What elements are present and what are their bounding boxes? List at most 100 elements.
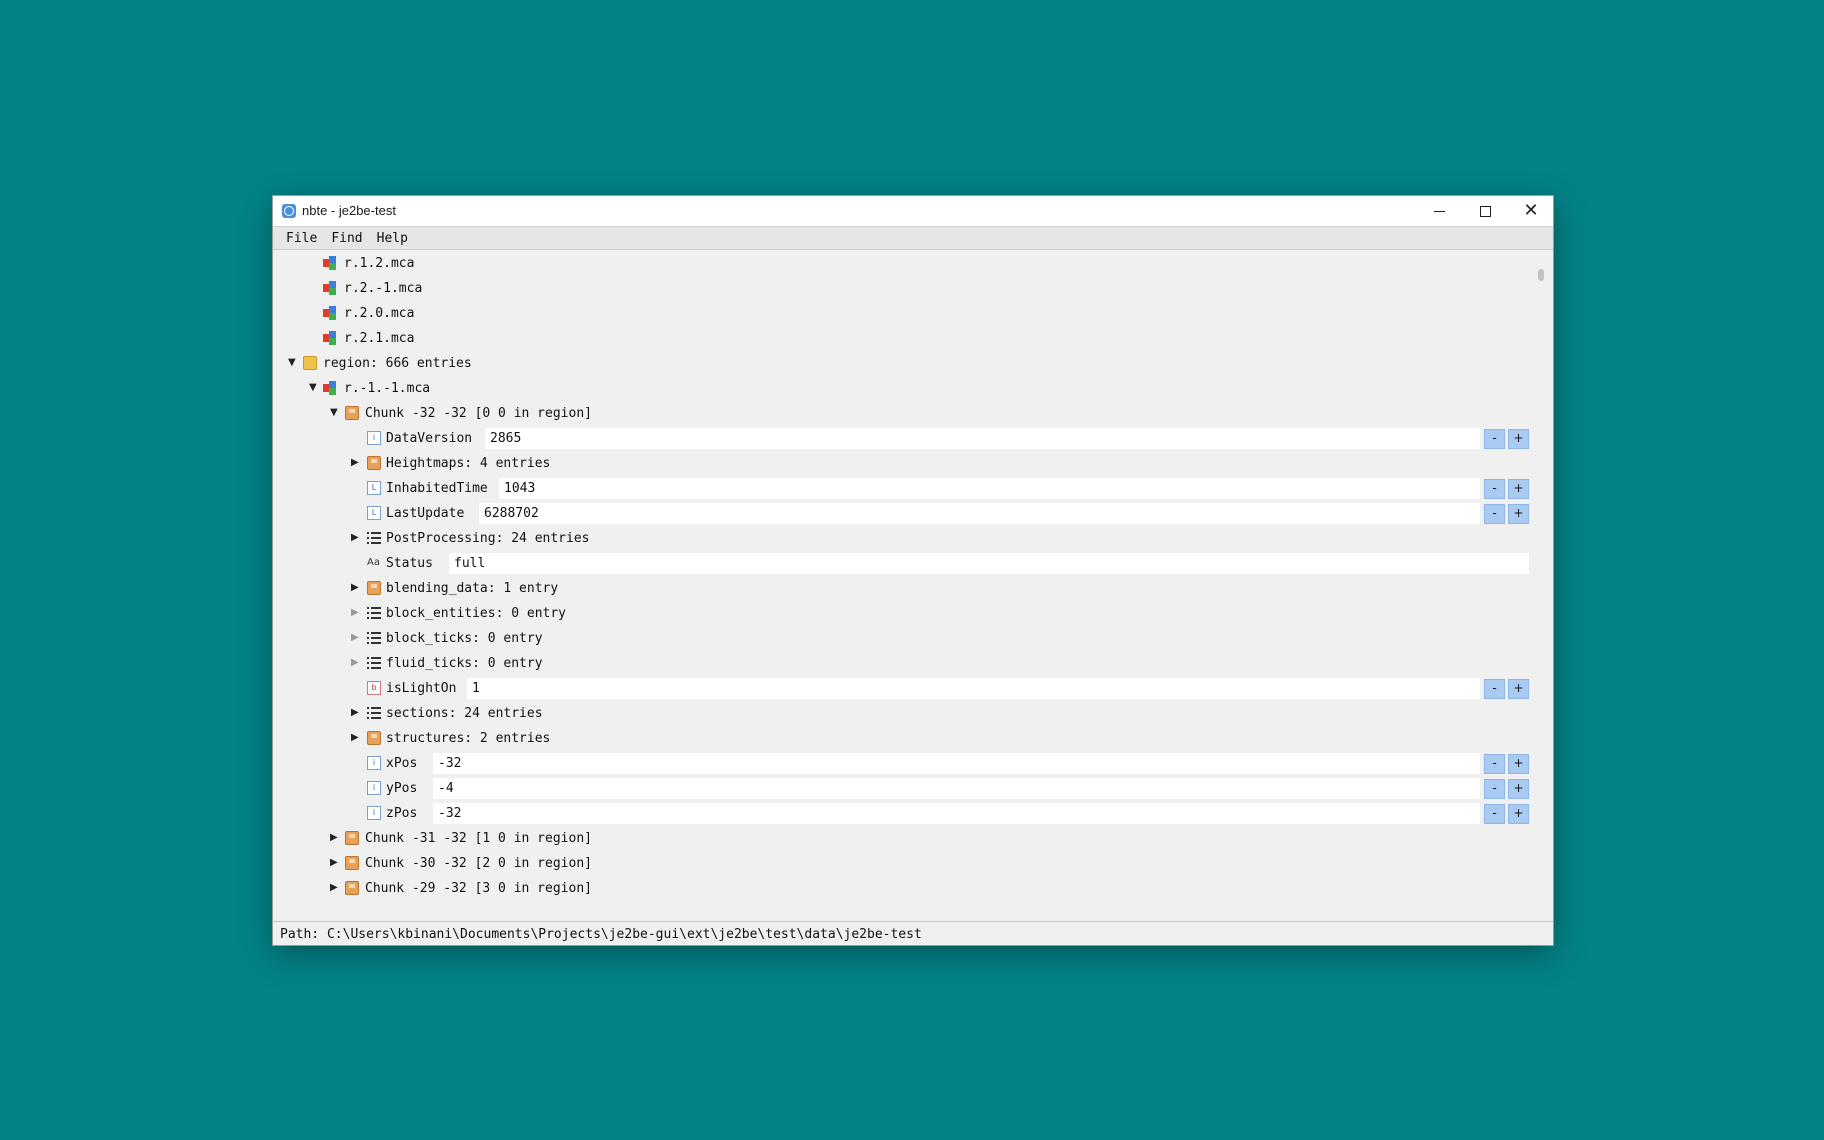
close-icon: ✕	[1523, 200, 1539, 221]
expand-arrow-icon[interactable]: ▶	[351, 732, 361, 744]
tree-label: r.2.0.mca	[344, 306, 415, 321]
collapse-arrow-icon[interactable]: ▼	[309, 382, 319, 394]
tree-row-post-processing[interactable]: ▶ PostProcessing: 24 entries	[273, 527, 1529, 551]
collapse-arrow-icon[interactable]: ▼	[330, 407, 340, 419]
expand-arrow-icon[interactable]: ▶	[351, 632, 361, 644]
last-update-input[interactable]: 6288702	[479, 503, 1480, 524]
increment-button[interactable]: +	[1508, 804, 1529, 824]
compound-icon	[367, 581, 381, 595]
tree-row-open-region-file[interactable]: ▼ r.-1.-1.mca	[273, 377, 1529, 401]
status-input[interactable]: full	[449, 553, 1529, 574]
decrement-button[interactable]: -	[1484, 479, 1505, 499]
vertical-scrollbar[interactable]	[1529, 250, 1553, 910]
app-icon	[282, 204, 296, 218]
byte-tag-icon: b	[367, 681, 381, 695]
data-version-input[interactable]: 2865	[485, 428, 1480, 449]
tree-row[interactable]: r.1.2.mca	[273, 252, 1529, 276]
compound-icon	[367, 456, 381, 470]
list-icon	[367, 531, 381, 545]
increment-button[interactable]: +	[1508, 504, 1529, 524]
expand-arrow-icon[interactable]: ▶	[351, 457, 361, 469]
decrement-button[interactable]: -	[1484, 754, 1505, 774]
compound-icon	[345, 881, 359, 895]
decrement-button[interactable]: -	[1484, 804, 1505, 824]
tree-row-sections[interactable]: ▶ sections: 24 entries	[273, 702, 1529, 726]
menu-file[interactable]: File	[279, 231, 324, 246]
tree-row-x-pos: i xPos -32 - +	[273, 752, 1529, 776]
tree-row-last-update: L LastUpdate 6288702 - +	[273, 502, 1529, 526]
field-name: yPos	[386, 781, 418, 796]
expand-arrow-icon[interactable]: ▶	[330, 882, 340, 894]
expand-arrow-icon[interactable]: ▶	[330, 832, 340, 844]
inhabited-time-input[interactable]: 1043	[499, 478, 1480, 499]
minimize-button[interactable]	[1416, 196, 1462, 226]
tree-label: block_ticks: 0 entry	[386, 631, 543, 646]
scrollbar-thumb[interactable]	[1538, 269, 1544, 281]
title-bar: nbte - je2be-test ✕	[273, 196, 1553, 227]
decrement-button[interactable]: -	[1484, 429, 1505, 449]
field-name: DataVersion	[386, 431, 473, 446]
is-light-on-input[interactable]: 1	[467, 678, 1480, 699]
tree-row-block-ticks[interactable]: ▶ block_ticks: 0 entry	[273, 627, 1529, 651]
expand-arrow-icon[interactable]: ▶	[351, 532, 361, 544]
tree-row-heightmaps[interactable]: ▶ Heightmaps: 4 entries	[273, 452, 1529, 476]
expand-arrow-icon[interactable]: ▶	[351, 657, 361, 669]
tree-row[interactable]: r.2.1.mca	[273, 327, 1529, 351]
increment-button[interactable]: +	[1508, 479, 1529, 499]
collapse-arrow-icon[interactable]: ▼	[288, 357, 298, 369]
increment-button[interactable]: +	[1508, 779, 1529, 799]
tree-row-chunk[interactable]: ▶ Chunk -29 -32 [3 0 in region]	[273, 877, 1529, 901]
z-pos-input[interactable]: -32	[433, 803, 1480, 824]
tree-row-blending-data[interactable]: ▶ blending_data: 1 entry	[273, 577, 1529, 601]
int-tag-icon: i	[367, 756, 381, 770]
x-pos-input[interactable]: -32	[433, 753, 1480, 774]
tree-row-structures[interactable]: ▶ structures: 2 entries	[273, 727, 1529, 751]
maximize-button[interactable]	[1462, 196, 1508, 226]
expand-arrow-icon[interactable]: ▶	[351, 582, 361, 594]
int-tag-icon: i	[367, 781, 381, 795]
tree-row-status: Aa Status full	[273, 552, 1529, 576]
tree-row-data-version: i DataVersion 2865 - +	[273, 427, 1529, 451]
tree-label: Chunk -32 -32 [0 0 in region]	[365, 406, 592, 421]
int-tag-icon: i	[367, 806, 381, 820]
close-button[interactable]: ✕	[1508, 196, 1553, 226]
tree-row-chunk[interactable]: ▶ Chunk -30 -32 [2 0 in region]	[273, 852, 1529, 876]
decrement-button[interactable]: -	[1484, 779, 1505, 799]
field-name: LastUpdate	[386, 506, 465, 521]
increment-button[interactable]: +	[1508, 429, 1529, 449]
increment-button[interactable]: +	[1508, 754, 1529, 774]
y-pos-input[interactable]: -4	[433, 778, 1480, 799]
list-icon	[367, 656, 381, 670]
field-name: isLightOn	[386, 681, 457, 696]
menu-find[interactable]: Find	[324, 231, 369, 246]
tree-label: Chunk -29 -32 [3 0 in region]	[365, 881, 592, 896]
tree-label: r.-1.-1.mca	[344, 381, 431, 396]
field-name: Status	[386, 556, 433, 571]
long-tag-icon: L	[367, 506, 381, 520]
decrement-button[interactable]: -	[1484, 504, 1505, 524]
expand-arrow-icon[interactable]: ▶	[351, 607, 361, 619]
tree-label: r.2.1.mca	[344, 331, 415, 346]
tree-row-y-pos: i yPos -4 - +	[273, 777, 1529, 801]
tree-row-fluid-ticks[interactable]: ▶ fluid_ticks: 0 entry	[273, 652, 1529, 676]
increment-button[interactable]: +	[1508, 679, 1529, 699]
list-icon	[367, 631, 381, 645]
tree-label: PostProcessing: 24 entries	[386, 531, 590, 546]
tree-row-block-entities[interactable]: ▶ block_entities: 0 entry	[273, 602, 1529, 626]
expand-arrow-icon[interactable]: ▶	[330, 857, 340, 869]
tree-row-inhabited-time: L InhabitedTime 1043 - +	[273, 477, 1529, 501]
expand-arrow-icon[interactable]: ▶	[351, 707, 361, 719]
tree-label: sections: 24 entries	[386, 706, 543, 721]
compound-icon	[367, 731, 381, 745]
tree-row[interactable]: r.2.-1.mca	[273, 277, 1529, 301]
field-name: InhabitedTime	[386, 481, 488, 496]
field-name: zPos	[386, 806, 418, 821]
tree-row[interactable]: r.2.0.mca	[273, 302, 1529, 326]
tree-row-chunk[interactable]: ▶ Chunk -31 -32 [1 0 in region]	[273, 827, 1529, 851]
menu-help[interactable]: Help	[370, 231, 415, 246]
tree-row-chunk[interactable]: ▼ Chunk -32 -32 [0 0 in region]	[273, 402, 1529, 426]
tree-row-region-folder[interactable]: ▼ region: 666 entries	[273, 352, 1529, 376]
field-name: xPos	[386, 756, 418, 771]
decrement-button[interactable]: -	[1484, 679, 1505, 699]
maximize-icon	[1479, 205, 1491, 217]
